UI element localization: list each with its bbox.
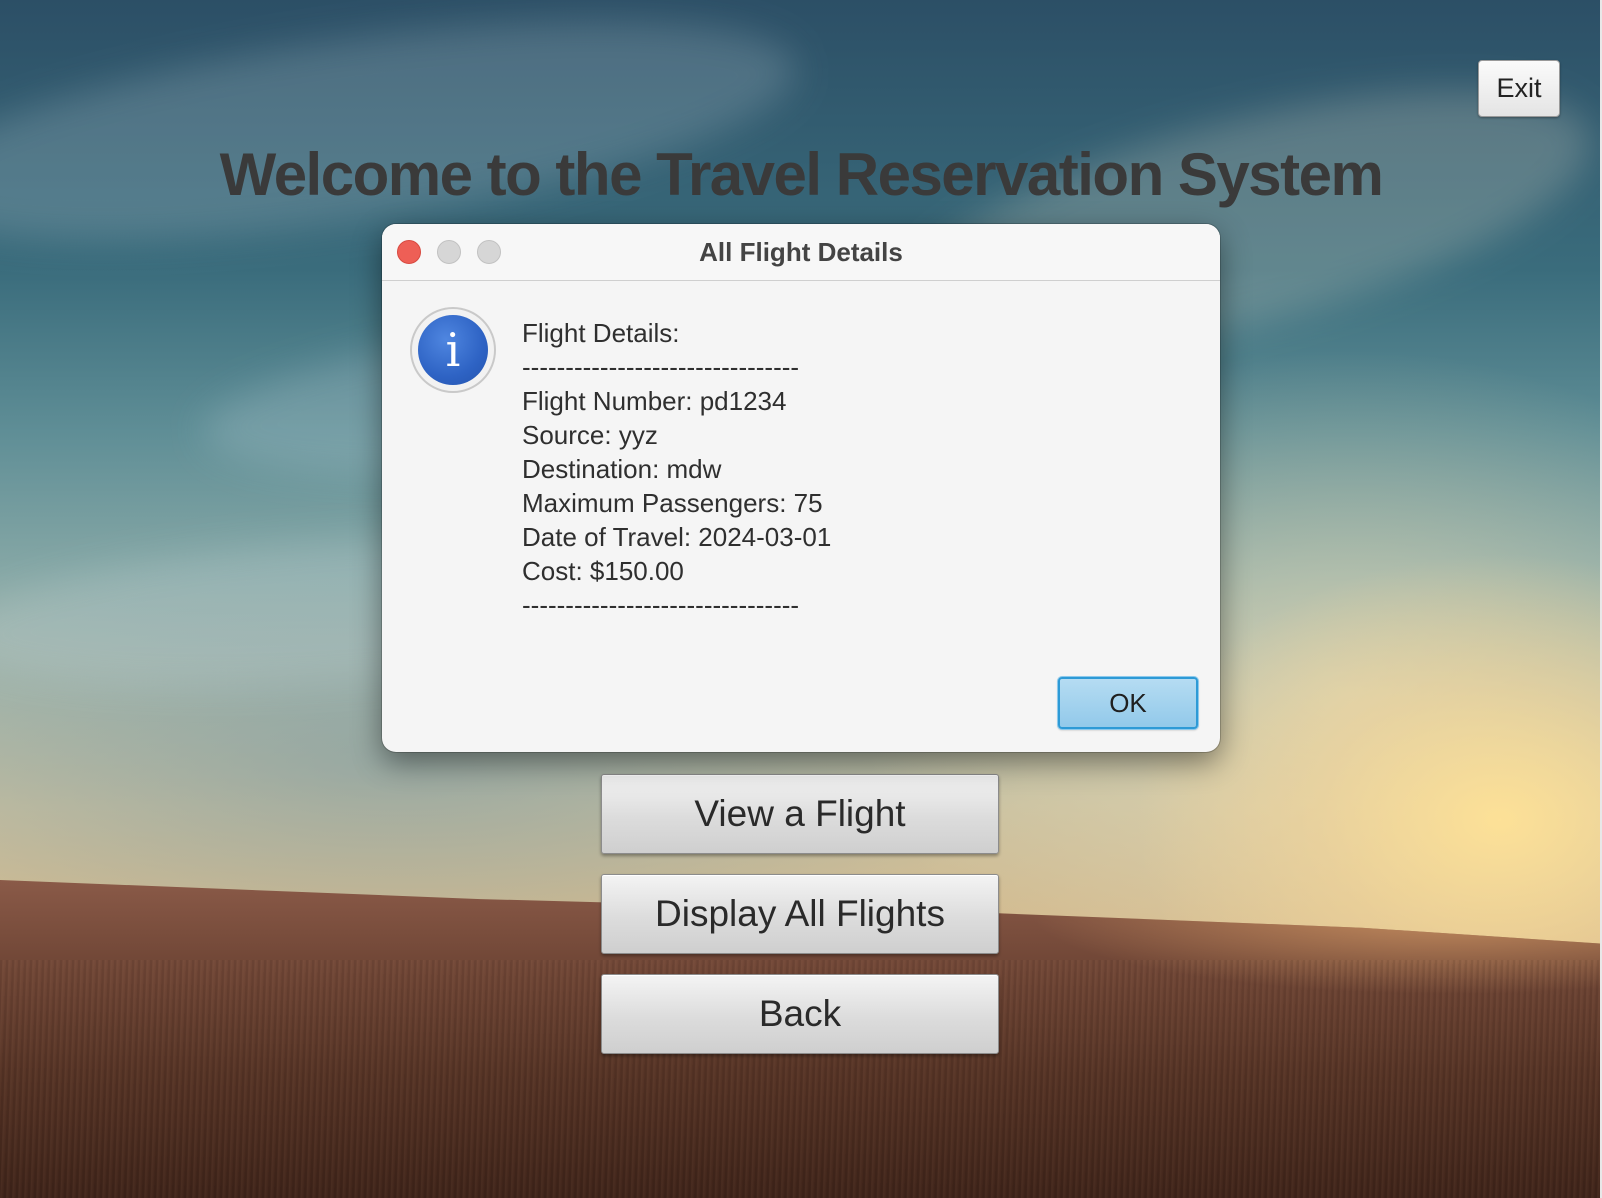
message-line: Source: yyz	[522, 420, 658, 450]
dialog-title: All Flight Details	[699, 237, 903, 267]
message-line: Destination: mdw	[522, 454, 722, 484]
exit-button[interactable]: Exit	[1478, 60, 1560, 117]
message-line: Cost: $150.00	[522, 556, 684, 586]
flight-details-dialog: All Flight Details i Flight Details: ---…	[382, 224, 1220, 752]
view-flight-button[interactable]: View a Flight	[601, 774, 999, 854]
info-icon-glyph: i	[418, 315, 488, 385]
message-line: --------------------------------	[522, 352, 800, 382]
message-line: --------------------------------	[522, 590, 800, 620]
message-line: Maximum Passengers: 75	[522, 488, 823, 518]
back-button[interactable]: Back	[601, 974, 999, 1054]
welcome-title: Welcome to the Travel Reservation System	[219, 141, 1384, 208]
dialog-titlebar[interactable]: All Flight Details	[382, 224, 1220, 281]
message-line: Flight Number: pd1234	[522, 386, 787, 416]
display-all-flights-button[interactable]: Display All Flights	[601, 874, 999, 954]
maximize-window-button[interactable]	[477, 240, 501, 264]
message-line: Flight Details:	[522, 318, 680, 348]
minimize-window-button[interactable]	[437, 240, 461, 264]
info-icon: i	[410, 307, 496, 393]
close-window-button[interactable]	[397, 240, 421, 264]
message-line: Date of Travel: 2024-03-01	[522, 522, 832, 552]
dialog-message: Flight Details: ------------------------…	[522, 316, 1182, 622]
ok-button[interactable]: OK	[1058, 677, 1198, 729]
